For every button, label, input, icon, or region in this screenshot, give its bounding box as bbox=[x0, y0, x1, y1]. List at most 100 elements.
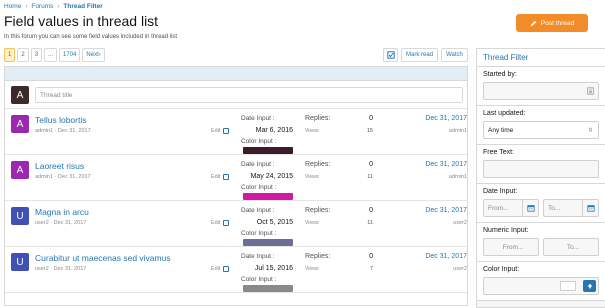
thread-list-header bbox=[5, 67, 467, 81]
color-swatch bbox=[243, 193, 293, 200]
avatar[interactable]: U bbox=[11, 253, 29, 271]
color-input-filter-label: Color Input: bbox=[483, 266, 520, 273]
page-title: Field values in thread list bbox=[4, 13, 159, 29]
numeric-input-label: Numeric Input: bbox=[483, 227, 529, 234]
thread-filter-title: Thread Filter bbox=[477, 49, 605, 67]
started-by-label: Started by: bbox=[483, 71, 517, 78]
thread-list: A Thread title A Tellus lobortis admin1 … bbox=[4, 66, 468, 306]
views-count: 7 bbox=[369, 266, 373, 272]
last-post-date[interactable]: Dec 31, 2017 bbox=[401, 207, 467, 214]
last-post-date[interactable]: Dec 31, 2017 bbox=[401, 161, 467, 168]
color-input-label: Color Input : bbox=[241, 276, 277, 283]
replies-count: 0 bbox=[369, 161, 373, 168]
last-post-date[interactable]: Dec 31, 2017 bbox=[401, 253, 467, 260]
filter-date-input: Date Input: From... To... bbox=[477, 184, 605, 223]
replies-label: Replies: bbox=[305, 115, 331, 122]
select-checkbox[interactable] bbox=[223, 128, 230, 134]
page-description: In this forum you can see some field val… bbox=[4, 34, 178, 40]
avatar[interactable]: U bbox=[11, 207, 29, 225]
last-updated-value: Any time bbox=[488, 126, 514, 134]
breadcrumb-forums[interactable]: Forums bbox=[31, 3, 53, 10]
filter-free-text: Free Text: bbox=[477, 145, 605, 184]
edit-control[interactable]: Edit bbox=[211, 220, 230, 226]
checkbox-icon bbox=[386, 51, 395, 59]
watch-button[interactable]: Watch bbox=[441, 48, 468, 62]
select-checkbox[interactable] bbox=[223, 174, 230, 180]
post-thread-button[interactable]: Post thread bbox=[516, 14, 588, 32]
post-thread-label: Post thread bbox=[540, 19, 575, 27]
date-to-placeholder: To... bbox=[548, 204, 561, 212]
color-input-field[interactable] bbox=[483, 277, 599, 295]
date-from-input[interactable]: From... bbox=[483, 199, 539, 217]
color-swatch bbox=[243, 285, 293, 292]
date-input-label: Date Input : bbox=[241, 253, 275, 260]
thread-row: U Curabitur ut maecenas sed vivamus user… bbox=[5, 247, 467, 293]
last-post-user[interactable]: admin1 bbox=[401, 174, 467, 180]
date-input-filter-label: Date Input: bbox=[483, 188, 518, 195]
started-by-input[interactable] bbox=[483, 82, 599, 100]
filter-numeric-input: Numeric Input: From... To... bbox=[477, 223, 605, 262]
thread-meta: user2 · Dec 31, 2017 bbox=[35, 220, 87, 226]
thread-meta: admin1 · Dec 31, 2017 bbox=[35, 174, 91, 180]
last-updated-select[interactable]: Any time ⇳ bbox=[483, 121, 599, 139]
thread-filter-sidebar: Thread Filter Started by: Last updated: … bbox=[476, 48, 605, 308]
color-swatch bbox=[243, 239, 293, 246]
views-count: 15 bbox=[366, 128, 373, 134]
avatar[interactable]: A bbox=[11, 86, 29, 104]
select-checkbox[interactable] bbox=[223, 266, 230, 272]
views-count: 11 bbox=[367, 220, 373, 226]
select-arrows-icon: ⇳ bbox=[587, 127, 593, 134]
page-link-2[interactable]: 2 bbox=[17, 48, 29, 62]
breadcrumb-thread-filter[interactable]: Thread Filter bbox=[63, 3, 102, 10]
last-post-user[interactable]: user2 bbox=[401, 220, 467, 226]
views-count: 11 bbox=[367, 174, 373, 180]
thread-title-input[interactable]: Thread title bbox=[35, 87, 463, 103]
filter-started-by: Started by: bbox=[477, 67, 605, 106]
breadcrumb-separator-icon: › bbox=[57, 3, 60, 10]
edit-label: Edit bbox=[211, 220, 221, 226]
calendar-icon[interactable] bbox=[522, 200, 538, 216]
edit-control[interactable]: Edit bbox=[211, 174, 230, 180]
thread-title-link[interactable]: Laoreet risus bbox=[35, 161, 84, 171]
date-to-input[interactable]: To... bbox=[543, 199, 599, 217]
replies-count: 0 bbox=[369, 115, 373, 122]
calendar-icon[interactable] bbox=[582, 200, 598, 216]
mark-read-button[interactable]: Mark read bbox=[401, 48, 438, 62]
free-text-label: Free Text: bbox=[483, 149, 514, 156]
pagination: 1 2 3 ... 1704 Next› bbox=[4, 48, 105, 62]
page-link-1[interactable]: 1 bbox=[4, 48, 16, 62]
last-post-user[interactable]: admin1 bbox=[401, 128, 467, 134]
new-thread-row: A Thread title bbox=[5, 81, 467, 109]
last-post-user[interactable]: user2 bbox=[401, 266, 467, 272]
color-input-label: Color Input : bbox=[241, 184, 277, 191]
date-input-value: Oct 5, 2015 bbox=[256, 219, 293, 226]
user-list-icon[interactable] bbox=[582, 83, 598, 99]
select-threads-button[interactable] bbox=[383, 48, 398, 62]
select-checkbox[interactable] bbox=[223, 220, 230, 226]
page-link-3[interactable]: 3 bbox=[30, 48, 43, 62]
thread-title-link[interactable]: Curabitur ut maecenas sed vivamus bbox=[35, 253, 171, 263]
thread-title-link[interactable]: Tellus lobortis bbox=[35, 115, 87, 125]
breadcrumb-home[interactable]: Home bbox=[4, 3, 21, 10]
breadcrumb: Home › Forums › Thread Filter bbox=[4, 3, 103, 10]
date-input-value: Mar 6, 2016 bbox=[255, 127, 293, 134]
edit-control[interactable]: Edit bbox=[211, 128, 230, 134]
free-text-input[interactable] bbox=[483, 160, 599, 178]
edit-control[interactable]: Edit bbox=[211, 266, 230, 272]
page-link-last[interactable]: 1704 bbox=[59, 48, 81, 62]
last-updated-label: Last updated: bbox=[483, 110, 526, 117]
edit-label: Edit bbox=[211, 174, 221, 180]
color-input-label: Color Input : bbox=[241, 230, 277, 237]
next-page-button[interactable]: Next› bbox=[82, 48, 105, 62]
color-preview[interactable] bbox=[560, 281, 576, 291]
avatar[interactable]: A bbox=[11, 115, 29, 133]
replies-count: 0 bbox=[369, 253, 373, 260]
color-picker-button[interactable] bbox=[583, 280, 596, 292]
views-label: Views: bbox=[305, 174, 320, 180]
last-post-date[interactable]: Dec 31, 2017 bbox=[401, 115, 467, 122]
thread-title-link[interactable]: Magna in arcu bbox=[35, 207, 89, 217]
numeric-to-input[interactable]: To... bbox=[543, 238, 599, 256]
avatar[interactable]: A bbox=[11, 161, 29, 179]
numeric-from-input[interactable]: From... bbox=[483, 238, 539, 256]
page-link-ellipsis[interactable]: ... bbox=[44, 48, 58, 62]
